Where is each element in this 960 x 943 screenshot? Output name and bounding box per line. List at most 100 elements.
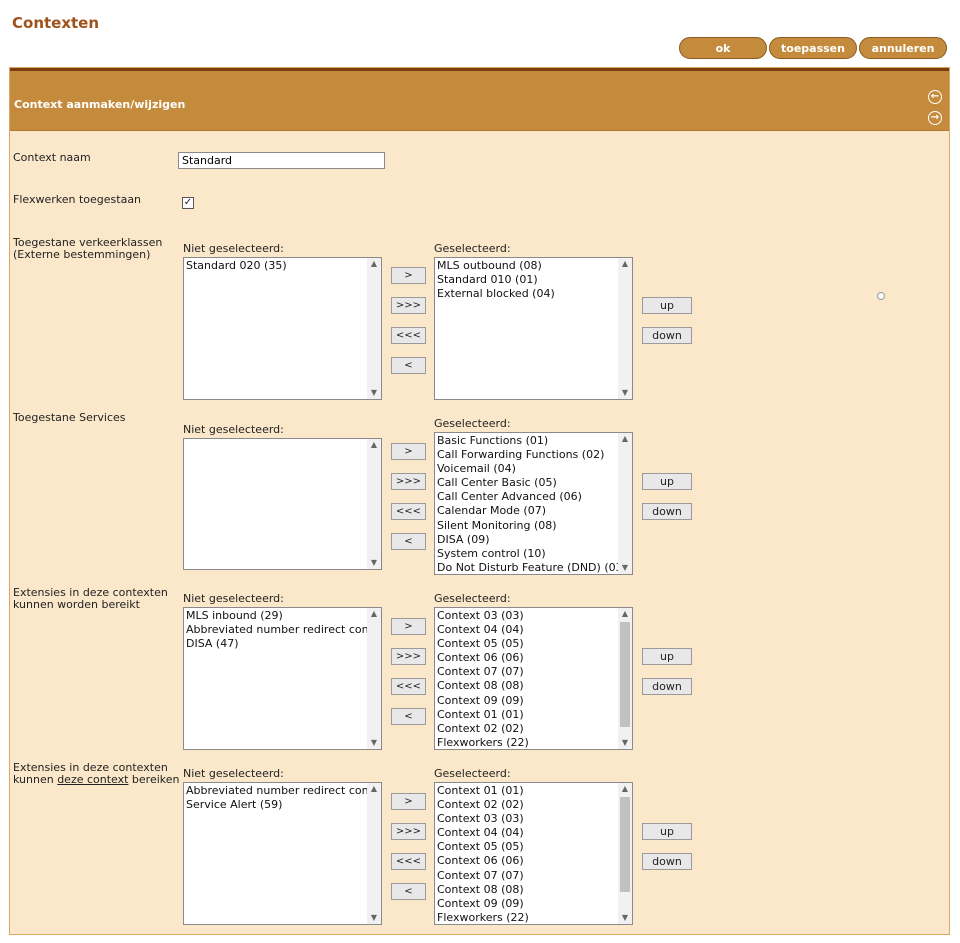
scrollbar[interactable]: ▲ ▼ <box>367 608 381 749</box>
list-item[interactable]: Context 01 (01) <box>437 784 618 798</box>
context-name-label: Context naam <box>13 151 91 164</box>
list-item[interactable]: Context 08 (08) <box>437 883 618 897</box>
section1-selected-label: Geselecteerd: <box>434 242 511 255</box>
list-item[interactable]: Context 06 (06) <box>437 854 618 868</box>
section1-selected-items: MLS outbound (08) Standard 010 (01) Extern… <box>437 259 618 301</box>
list-item[interactable]: System control (10) <box>437 547 618 561</box>
section3-add-one-button[interactable]: > <box>391 618 426 635</box>
panel-title: Context aanmaken/wijzigen <box>14 98 186 111</box>
scrollbar[interactable]: ▲ ▼ <box>618 608 632 749</box>
section4-selected-list[interactable]: Context 01 (01) Context 02 (02) Context 03… <box>434 782 633 925</box>
section3-label: Extensies in deze contexten kunnen worde… <box>13 587 168 611</box>
list-item[interactable]: Context 07 (07) <box>437 869 618 883</box>
section4-add-one-button[interactable]: > <box>391 793 426 810</box>
list-item[interactable]: Basic Functions (01) <box>437 434 618 448</box>
section3-down-button[interactable]: down <box>642 678 692 695</box>
section2-up-button[interactable]: up <box>642 473 692 490</box>
section1-add-one-button[interactable]: > <box>391 267 426 284</box>
list-item[interactable]: Context 09 (09) <box>437 897 618 911</box>
scrollbar[interactable]: ▲ ▼ <box>367 258 381 399</box>
list-item[interactable]: Context 03 (03) <box>437 812 618 826</box>
radio-indicator <box>877 292 885 300</box>
section1-label-line2: (Externe bestemmingen) <box>13 248 151 261</box>
list-item[interactable]: MLS outbound (08) <box>437 259 618 273</box>
section1-remove-one-button[interactable]: < <box>391 357 426 374</box>
list-item[interactable]: Standard 010 (01) <box>437 273 618 287</box>
section2-not-selected-list[interactable]: ▲ ▼ <box>183 438 382 570</box>
section3-selected-list[interactable]: Context 03 (03) Context 04 (04) Context 05… <box>434 607 633 750</box>
list-item[interactable]: Service Alert (59) <box>186 798 367 812</box>
list-item[interactable]: DISA (09) <box>437 533 618 547</box>
list-item[interactable]: Context 04 (04) <box>437 826 618 840</box>
section1-selected-list[interactable]: MLS outbound (08) Standard 010 (01) Extern… <box>434 257 633 400</box>
section4-up-button[interactable]: up <box>642 823 692 840</box>
list-item[interactable]: Flexworkers (22) <box>437 736 618 749</box>
apply-button[interactable]: toepassen <box>769 37 857 59</box>
list-item[interactable]: Standard 020 (35) <box>186 259 367 273</box>
section4-add-all-button[interactable]: >>> <box>391 823 426 840</box>
list-item[interactable]: Voicemail (04) <box>437 462 618 476</box>
section1-not-selected-list[interactable]: Standard 020 (35) ▲ ▼ <box>183 257 382 400</box>
section2-label-line1: Toegestane Services <box>13 411 126 424</box>
section4-selected-items: Context 01 (01) Context 02 (02) Context 03… <box>437 784 618 924</box>
list-item[interactable]: DISA (47) <box>186 637 367 651</box>
section3-remove-all-button[interactable]: <<< <box>391 678 426 695</box>
section2-selected-label: Geselecteerd: <box>434 417 511 430</box>
section2-down-button[interactable]: down <box>642 503 692 520</box>
list-item[interactable]: Context 07 (07) <box>437 665 618 679</box>
scrollbar[interactable]: ▲ ▼ <box>367 783 381 924</box>
section4-selected-label: Geselecteerd: <box>434 767 511 780</box>
scrollbar[interactable]: ▲ ▼ <box>367 439 381 569</box>
list-item[interactable]: Context 05 (05) <box>437 840 618 854</box>
list-item[interactable]: Context 04 (04) <box>437 623 618 637</box>
section3-add-all-button[interactable]: >>> <box>391 648 426 665</box>
section4-label: Extensies in deze contexten kunnen deze … <box>13 762 180 786</box>
section2-add-one-button[interactable]: > <box>391 443 426 460</box>
context-name-input[interactable] <box>178 152 385 169</box>
section1-add-all-button[interactable]: >>> <box>391 297 426 314</box>
section1-remove-all-button[interactable]: <<< <box>391 327 426 344</box>
list-item[interactable]: Context 01 (01) <box>437 708 618 722</box>
list-item[interactable]: Context 08 (08) <box>437 679 618 693</box>
list-item[interactable]: Context 03 (03) <box>437 609 618 623</box>
section4-down-button[interactable]: down <box>642 853 692 870</box>
list-item[interactable]: Context 05 (05) <box>437 637 618 651</box>
section3-remove-one-button[interactable]: < <box>391 708 426 725</box>
list-item[interactable]: Call Forwarding Functions (02) <box>437 448 618 462</box>
section2-selected-list[interactable]: Basic Functions (01) Call Forwarding Func… <box>434 432 633 575</box>
list-item[interactable]: Flexworkers (22) <box>437 911 618 924</box>
list-item[interactable]: Do Not Disturb Feature (DND) (03) <box>437 561 618 574</box>
list-item[interactable]: Context 02 (02) <box>437 722 618 736</box>
section3-not-selected-list[interactable]: MLS inbound (29) Abbreviated number redir… <box>183 607 382 750</box>
section2-add-all-button[interactable]: >>> <box>391 473 426 490</box>
scrollbar[interactable]: ▲ ▼ <box>618 258 632 399</box>
arrow-left-circle-icon[interactable]: ← <box>928 90 942 104</box>
ok-button[interactable]: ok <box>679 37 767 59</box>
this-context-link[interactable]: deze context <box>57 773 128 786</box>
section2-selected-items: Basic Functions (01) Call Forwarding Func… <box>437 434 618 574</box>
scrollbar[interactable]: ▲ ▼ <box>618 783 632 924</box>
list-item[interactable]: MLS inbound (29) <box>186 609 367 623</box>
section1-down-button[interactable]: down <box>642 327 692 344</box>
list-item[interactable]: Call Center Basic (05) <box>437 476 618 490</box>
list-item[interactable]: Context 06 (06) <box>437 651 618 665</box>
scrollbar[interactable]: ▲ ▼ <box>618 433 632 574</box>
section4-remove-all-button[interactable]: <<< <box>391 853 426 870</box>
list-item[interactable]: Calendar Mode (07) <box>437 504 618 518</box>
list-item[interactable]: Silent Monitoring (08) <box>437 519 618 533</box>
section2-remove-all-button[interactable]: <<< <box>391 503 426 520</box>
cancel-button[interactable]: annuleren <box>859 37 947 59</box>
list-item[interactable]: Abbreviated number redirect context <box>186 784 367 798</box>
list-item[interactable]: Context 09 (09) <box>437 694 618 708</box>
list-item[interactable]: Abbreviated number redirect context <box>186 623 367 637</box>
section2-remove-one-button[interactable]: < <box>391 533 426 550</box>
flex-checkbox[interactable]: ✓ <box>182 197 194 209</box>
list-item[interactable]: Call Center Advanced (06) <box>437 490 618 504</box>
section3-up-button[interactable]: up <box>642 648 692 665</box>
arrow-right-circle-icon[interactable]: → <box>928 111 942 125</box>
section4-remove-one-button[interactable]: < <box>391 883 426 900</box>
list-item[interactable]: External blocked (04) <box>437 287 618 301</box>
section1-up-button[interactable]: up <box>642 297 692 314</box>
section4-not-selected-list[interactable]: Abbreviated number redirect contextServi… <box>183 782 382 925</box>
list-item[interactable]: Context 02 (02) <box>437 798 618 812</box>
